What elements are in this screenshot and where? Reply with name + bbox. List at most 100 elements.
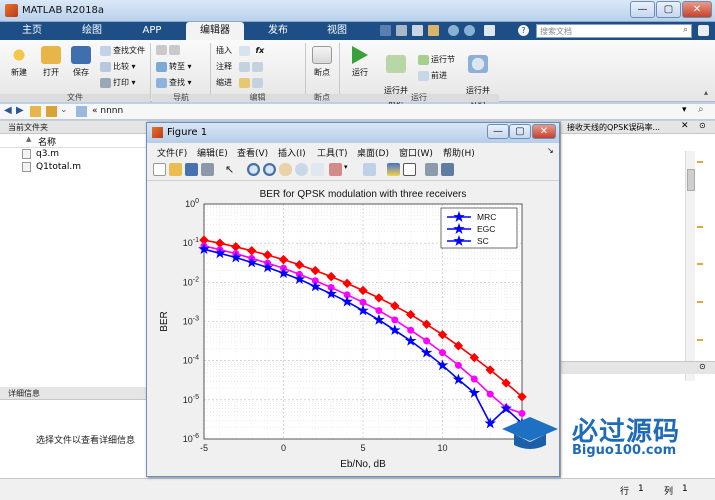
open-file-icon[interactable] — [169, 163, 182, 176]
legend-entry: SC — [477, 236, 489, 246]
tab-apps[interactable]: APP — [130, 22, 174, 40]
file-list-header[interactable]: ▲ 名称 — [0, 134, 148, 148]
advance-button[interactable]: 前进 — [418, 70, 447, 81]
goto-button[interactable]: 转至 ▾ — [156, 61, 192, 72]
collapse-toolstrip-icon[interactable]: ▴ — [704, 88, 708, 97]
editor-scrollbar[interactable] — [685, 151, 695, 381]
print-button[interactable]: 打印 ▾ — [100, 77, 136, 88]
comment-label: 注释 — [216, 62, 232, 71]
colorbar-icon[interactable] — [387, 163, 400, 176]
main-title-bar: MATLAB R2018a — ▢ ✕ — [0, 0, 715, 22]
menu-desktop[interactable]: 桌面(D) — [357, 146, 389, 159]
data-cursor-icon[interactable] — [311, 163, 324, 176]
ber-chart[interactable]: -5 0 5 10 100 10-1 10-2 10-3 10-4 10-5 10-6 BER for… — [147, 182, 559, 476]
menu-dock-icon[interactable]: ↘ — [547, 146, 554, 155]
legend-entry: MRC — [477, 212, 496, 222]
up-folder-icon[interactable] — [30, 106, 41, 117]
figure-window[interactable]: Figure 1 — ▢ ✕ 文件(F) 编辑(E) 查看(V) 插入(I) 工… — [146, 122, 560, 477]
hide-plot-tools-icon[interactable] — [425, 163, 438, 176]
indent-button[interactable]: 缩进 — [216, 77, 265, 88]
legend-icon[interactable] — [403, 163, 416, 176]
cut-icon[interactable] — [396, 25, 407, 36]
breakpoints-button[interactable]: 断点 — [307, 46, 337, 78]
warning-marker[interactable] — [697, 339, 703, 341]
x-tick-label: 5 — [360, 443, 365, 453]
maximize-button[interactable]: ▢ — [656, 1, 681, 18]
warning-marker[interactable] — [697, 226, 703, 228]
figure-minimize-button[interactable]: — — [487, 124, 509, 139]
menu-tools[interactable]: 工具(T) — [317, 146, 348, 159]
save-button[interactable]: 保存 — [66, 46, 96, 78]
pointer-icon[interactable]: ↖ — [225, 163, 238, 176]
figure-title-bar[interactable]: Figure 1 — ▢ ✕ — [147, 123, 559, 143]
show-plot-tools-icon[interactable] — [441, 163, 454, 176]
warning-marker[interactable] — [697, 301, 703, 303]
col-value: 1 — [682, 484, 688, 494]
menu-insert[interactable]: 插入(I) — [278, 146, 306, 159]
address-dropdown-icon[interactable]: ▾ — [682, 105, 687, 115]
paste-icon[interactable] — [428, 25, 439, 36]
save-figure-icon[interactable] — [185, 163, 198, 176]
warning-marker[interactable] — [697, 161, 703, 163]
menu-file[interactable]: 文件(F) — [157, 146, 187, 159]
figure-maximize-button[interactable]: ▢ — [509, 124, 531, 139]
list-item[interactable]: Q1total.m — [0, 161, 148, 174]
brush-dropdown-icon[interactable]: ▾ — [344, 163, 350, 176]
list-item[interactable]: q3.m — [0, 148, 148, 161]
name-column-header[interactable]: 名称 — [38, 135, 56, 148]
warning-marker[interactable] — [697, 263, 703, 265]
tab-plots[interactable]: 绘图 — [72, 22, 112, 40]
tab-editor[interactable]: 编辑器 — [186, 22, 244, 40]
save-icon[interactable] — [380, 25, 391, 36]
switch-windows-icon[interactable] — [484, 25, 495, 36]
menu-edit[interactable]: 编辑(E) — [197, 146, 228, 159]
insert-button[interactable]: 插入 fx — [216, 45, 264, 56]
rotate-3d-icon[interactable] — [295, 163, 308, 176]
close-tab-icon[interactable]: ✕ — [681, 121, 689, 131]
brush-icon[interactable] — [329, 163, 342, 176]
link-plot-icon[interactable] — [363, 163, 376, 176]
pan-icon[interactable] — [279, 163, 292, 176]
comment-button[interactable]: 注释 — [216, 61, 265, 72]
menu-help[interactable]: 帮助(H) — [443, 146, 475, 159]
search-documentation-input[interactable]: 搜索文档 ⌕ — [536, 24, 692, 38]
notifications-icon[interactable] — [698, 25, 709, 36]
new-button[interactable]: 新建 — [4, 46, 34, 78]
new-figure-icon[interactable] — [153, 163, 166, 176]
tab-publish[interactable]: 发布 — [254, 22, 302, 40]
figure-close-button[interactable]: ✕ — [532, 124, 556, 139]
zoom-in-icon[interactable] — [247, 163, 260, 176]
tab-home[interactable]: 主页 — [12, 22, 52, 40]
folder-root-icon[interactable] — [76, 106, 87, 117]
undo-icon[interactable] — [448, 25, 459, 36]
close-button[interactable]: ✕ — [682, 1, 712, 18]
compare-button[interactable]: 比较 ▾ — [100, 61, 136, 72]
goto-icon — [156, 61, 167, 72]
browse-folder-icon[interactable] — [46, 106, 57, 117]
back-icon[interactable]: ◀ — [4, 105, 12, 116]
nav-arrows[interactable] — [156, 45, 182, 55]
address-path[interactable]: « nnnn — [92, 106, 123, 116]
panel-menu-icon[interactable]: ⊙ — [699, 362, 706, 371]
address-search-icon[interactable]: ⌕ — [698, 104, 704, 115]
fx-icon[interactable]: fx — [256, 46, 265, 55]
minimize-button[interactable]: — — [630, 1, 655, 18]
scroll-thumb[interactable] — [687, 169, 695, 191]
forward-icon[interactable]: ▶ — [16, 105, 24, 116]
redo-icon[interactable] — [464, 25, 475, 36]
print-figure-icon[interactable] — [201, 163, 214, 176]
copy-icon[interactable] — [412, 25, 423, 36]
open-button[interactable]: 打开 — [36, 46, 66, 78]
run-section-button[interactable]: 运行节 — [418, 54, 455, 65]
find-files-button[interactable]: 查找文件 — [100, 45, 145, 56]
help-icon[interactable]: ? — [518, 25, 529, 36]
search-folder-icon[interactable]: ⌄ — [60, 105, 68, 115]
menu-view[interactable]: 查看(V) — [237, 146, 268, 159]
run-button[interactable]: 运行 — [343, 46, 377, 78]
tab-view[interactable]: 视图 — [314, 22, 360, 40]
panel-menu-icon[interactable]: ⊙ — [699, 121, 706, 130]
menu-window[interactable]: 窗口(W) — [399, 146, 433, 159]
zoom-out-icon[interactable] — [263, 163, 276, 176]
editor-tab[interactable]: 接收天线的QPSK误码率... ✕ ⊙ — [561, 121, 715, 134]
find-button[interactable]: 查找 ▾ — [156, 77, 192, 88]
